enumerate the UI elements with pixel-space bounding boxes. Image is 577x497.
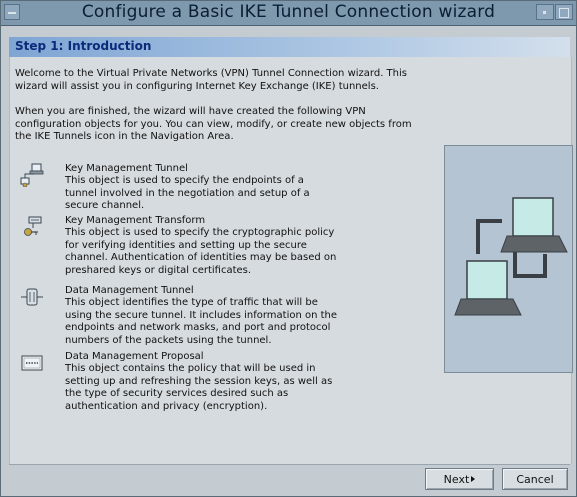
item-desc-line: endpoints and network masks, and port an… bbox=[65, 322, 331, 333]
item-desc-key-management-tunnel: This object is used to specify the endpo… bbox=[65, 175, 355, 213]
welcome-line-2: wizard will assist you in configuring In… bbox=[15, 80, 379, 92]
step-header: Step 1: Introduction bbox=[9, 37, 570, 57]
key-management-transform-icon bbox=[24, 216, 42, 236]
item-desc-line: This object contains the policy that wil… bbox=[65, 363, 316, 374]
item-desc-line: setting up and refreshing the session ke… bbox=[65, 375, 333, 387]
item-desc-line: for verifying identities and setting up … bbox=[65, 239, 307, 251]
maximize-icon[interactable] bbox=[555, 4, 573, 20]
item-title-key-management-transform: Key Management Transform bbox=[65, 215, 206, 226]
title-bar[interactable]: Configure a Basic IKE Tunnel Connection … bbox=[1, 1, 576, 26]
finish-line-1: When you are finished, the wizard will h… bbox=[15, 106, 366, 117]
item-desc-line: authentication and privacy (encryption). bbox=[65, 400, 268, 412]
item-desc-data-management-proposal: This object contains the policy that wil… bbox=[65, 363, 355, 413]
item-desc-line: This object is used to specify the endpo… bbox=[65, 175, 304, 186]
next-button[interactable]: Next bbox=[425, 468, 494, 490]
next-button-label: Next bbox=[443, 473, 470, 486]
minimize-icon[interactable] bbox=[536, 4, 554, 20]
item-title-data-management-proposal: Data Management Proposal bbox=[65, 351, 204, 362]
welcome-paragraph: Welcome to the Virtual Private Networks … bbox=[15, 68, 425, 93]
item-desc-line: numbers of the packets using the tunnel. bbox=[65, 334, 272, 346]
item-desc-key-management-transform: This object is used to specify the crypt… bbox=[65, 227, 355, 277]
step-title: Step 1: Introduction bbox=[15, 39, 152, 53]
next-arrow-icon bbox=[471, 476, 476, 482]
cancel-button-label: Cancel bbox=[516, 473, 554, 486]
cancel-button[interactable]: Cancel bbox=[502, 468, 568, 490]
data-management-tunnel-icon bbox=[21, 288, 43, 306]
connected-laptops-illustration bbox=[454, 197, 568, 316]
item-desc-data-management-tunnel: This object identifies the type of traff… bbox=[65, 297, 355, 347]
data-management-proposal-icon bbox=[21, 355, 43, 371]
item-title-data-management-tunnel: Data Management Tunnel bbox=[65, 285, 194, 296]
finish-paragraph: When you are finished, the wizard will h… bbox=[15, 106, 425, 144]
item-desc-line: the type of security services desired su… bbox=[65, 388, 289, 399]
item-title-key-management-tunnel: Key Management Tunnel bbox=[65, 163, 188, 174]
item-desc-line: This object is used to specify the crypt… bbox=[65, 227, 335, 238]
vpn-tunnel-diagram bbox=[444, 145, 573, 373]
item-desc-line: using the secure tunnel. It includes inf… bbox=[65, 309, 338, 321]
item-desc-line: preshared keys or digital certificates. bbox=[65, 264, 252, 276]
key-management-tunnel-icon bbox=[20, 163, 44, 187]
finish-line-2: configuration objects for you. You can v… bbox=[15, 118, 412, 130]
finish-line-3: the IKE Tunnels icon in the Navigation A… bbox=[15, 131, 234, 142]
window-title: Configure a Basic IKE Tunnel Connection … bbox=[81, 2, 496, 22]
item-desc-line: secure channel. bbox=[65, 200, 145, 211]
wizard-window: Configure a Basic IKE Tunnel Connection … bbox=[0, 0, 577, 497]
item-desc-line: tunnel involved in the negotiation and s… bbox=[65, 187, 310, 199]
welcome-line-1: Welcome to the Virtual Private Networks … bbox=[15, 68, 407, 79]
item-desc-line: This object identifies the type of traff… bbox=[65, 297, 318, 308]
item-desc-line: channel. Authentication of identities ma… bbox=[65, 252, 337, 263]
